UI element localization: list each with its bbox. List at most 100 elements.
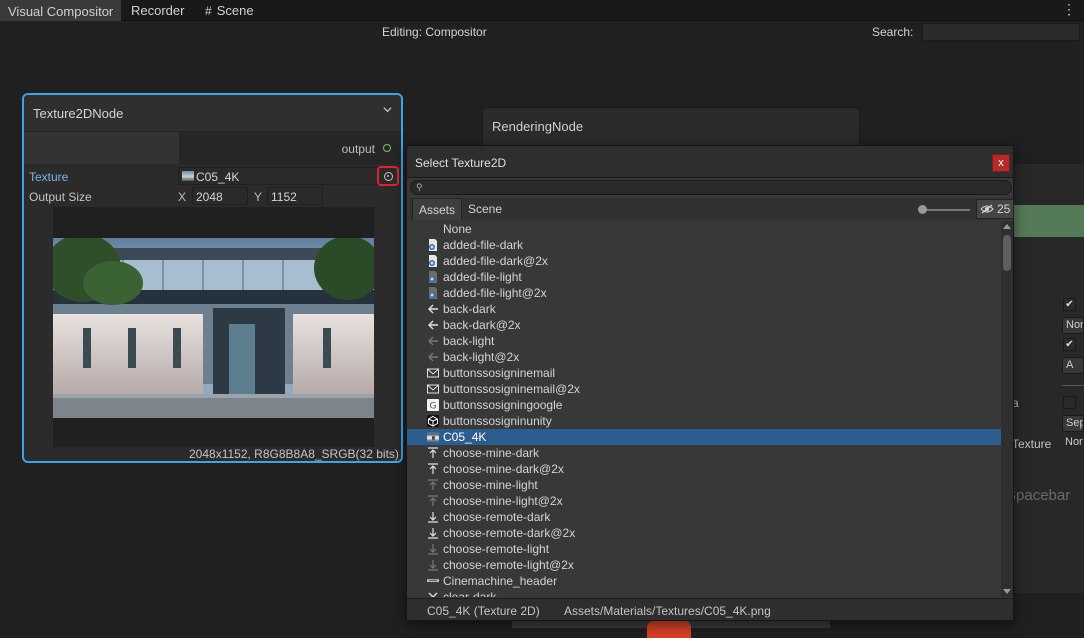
asset-list-item[interactable]: buttonssosigninunity [407, 413, 1001, 429]
arrow-left-light-icon [427, 351, 439, 363]
tab-scene[interactable]: # Scene [197, 0, 262, 21]
asset-list-item-label: added-file-light [443, 270, 522, 284]
output-port-area: output [179, 132, 401, 164]
asset-list-item[interactable]: back-light@2x [407, 349, 1001, 365]
object-picker-button[interactable] [377, 166, 399, 186]
search-label: Search: [872, 25, 914, 39]
width-field[interactable]: 2048 [192, 187, 248, 205]
asset-list-item[interactable]: C05_4K [407, 429, 1001, 445]
asset-list-item[interactable]: choose-remote-dark@2x [407, 525, 1001, 541]
asset-list-item[interactable]: added-file-light@2x [407, 285, 1001, 301]
asset-list-item[interactable]: choose-mine-dark@2x [407, 461, 1001, 477]
input-port-area [24, 132, 179, 164]
output-port-label: output [341, 142, 375, 156]
asset-list-item[interactable]: choose-mine-dark [407, 445, 1001, 461]
tab-scene-objects[interactable]: Scene [462, 198, 508, 220]
grid-icon: # [205, 4, 212, 18]
asset-list-item-label: back-light [443, 334, 495, 348]
icon-size-slider-handle[interactable] [918, 205, 927, 214]
asset-list-item[interactable]: back-dark [407, 301, 1001, 317]
close-button[interactable]: x [992, 154, 1010, 172]
asset-list-item[interactable]: buttonssosigninemail@2x [407, 381, 1001, 397]
close-icon [427, 591, 439, 597]
scroll-down-icon[interactable] [1003, 589, 1011, 594]
inspector-checkbox-1[interactable]: ✔ [1063, 298, 1076, 311]
asset-list-item[interactable]: choose-remote-dark [407, 509, 1001, 525]
height-field[interactable]: 1152 [267, 187, 323, 205]
google-icon: G [427, 399, 439, 412]
arrow-up-icon [427, 447, 439, 459]
asset-list-item[interactable]: choose-mine-light [407, 477, 1001, 493]
scroll-up-icon[interactable] [1003, 224, 1011, 229]
asset-list-item[interactable]: back-light [407, 333, 1001, 349]
popup-search-input[interactable]: ⚲ [410, 180, 1012, 195]
asset-list-item-label: Cinemachine_header [443, 574, 558, 588]
inspector-dropdown-1[interactable]: Nor [1062, 317, 1084, 334]
popup-titlebar[interactable]: Select Texture2D x [407, 146, 1013, 178]
texture-field[interactable]: C05_4K [178, 167, 378, 185]
arrow-up-light-icon [427, 479, 439, 491]
asset-list-item[interactable]: choose-remote-light@2x [407, 557, 1001, 573]
tab-visual-compositor[interactable]: Visual Compositor [0, 0, 122, 21]
list-scrollbar[interactable] [1001, 221, 1013, 597]
asset-list-item-label: buttonssosigninemail@2x [443, 382, 580, 396]
asset-list-item[interactable]: Gbuttonssosigningoogle [407, 397, 1001, 413]
asset-list-item[interactable]: choose-remote-light [407, 541, 1001, 557]
arrow-up-icon [427, 463, 439, 475]
inspector-checkbox-3[interactable] [1063, 396, 1076, 409]
file-add-icon [427, 255, 439, 267]
rendering-node-title: RenderingNode [492, 119, 584, 134]
asset-list-item[interactable]: None [407, 221, 1001, 237]
y-label: Y [254, 190, 263, 204]
hidden-packages-toggle[interactable]: 25 [976, 199, 1014, 219]
mail-icon [427, 367, 439, 379]
popup-status-bar: C05_4K (Texture 2D) Assets/Materials/Tex… [407, 598, 1013, 620]
chevron-down-icon[interactable] [383, 105, 392, 114]
asset-list-item[interactable]: buttonssosigninemail [407, 365, 1001, 381]
asset-list-item[interactable]: clear-dark [407, 589, 1001, 597]
asset-list-item[interactable]: added-file-dark@2x [407, 253, 1001, 269]
asset-list[interactable]: None added-file-dark added-file-dark@2x add… [407, 221, 1001, 597]
mail-icon [427, 383, 439, 395]
scrollbar-thumb[interactable] [1003, 235, 1011, 271]
search-input[interactable] [922, 23, 1080, 41]
asset-list-item[interactable]: choose-mine-light@2x [407, 493, 1001, 509]
inspector-divider [1062, 385, 1084, 386]
asset-list-item-label: added-file-dark@2x [443, 254, 548, 268]
icon-size-slider[interactable] [920, 209, 970, 211]
inspector-texture-value[interactable]: Nor [1062, 435, 1084, 452]
output-port-icon[interactable] [383, 144, 391, 152]
asset-list-item[interactable]: Cinemachine_header [407, 573, 1001, 589]
arrow-left-icon [427, 303, 439, 315]
texture-info-caption: 2048x1152, R8G8B8A8_SRGB(32 bits) [189, 447, 399, 461]
node-ports: output [24, 132, 401, 164]
node-header[interactable]: Texture2DNode [24, 95, 401, 132]
asset-list-item[interactable]: back-dark@2x [407, 317, 1001, 333]
target-icon [384, 172, 393, 181]
inspector-label-texture: Texture [1012, 437, 1052, 451]
asset-list-item-label: choose-mine-light [443, 478, 538, 492]
asset-list-item-label: None [443, 222, 472, 236]
inspector-checkbox-2[interactable]: ✔ [1063, 338, 1076, 351]
asset-list-item-label: buttonssosigninunity [443, 414, 552, 428]
tab-assets[interactable]: Assets [412, 198, 463, 220]
arrow-up-light-icon [427, 495, 439, 507]
file-add-light-icon [427, 287, 439, 299]
more-options-icon[interactable]: ⋮ [1062, 1, 1076, 18]
rendering-node[interactable]: RenderingNode [482, 107, 860, 147]
texture2d-node[interactable]: Texture2DNode output Texture C05_4K Outp… [22, 93, 403, 463]
select-texture-popup[interactable]: Select Texture2D x ⚲ Assets Scene 25 Non… [406, 145, 1014, 621]
header-icon [427, 575, 439, 587]
inspector-dropdown-3[interactable]: Sep [1062, 415, 1084, 432]
tab-recorder[interactable]: Recorder [123, 0, 192, 21]
asset-list-item[interactable]: added-file-dark [407, 237, 1001, 253]
arrow-down-light-icon [427, 543, 439, 555]
arrow-down-icon [427, 511, 439, 523]
unity-icon [427, 415, 439, 427]
asset-list-item-label: back-light@2x [443, 350, 520, 364]
inspector-dropdown-2[interactable]: A [1062, 357, 1084, 374]
asset-list-item-label: choose-remote-dark@2x [443, 526, 576, 540]
svg-text:G: G [430, 402, 437, 412]
asset-list-item[interactable]: added-file-light [407, 269, 1001, 285]
arrow-down-light-icon [427, 559, 439, 571]
